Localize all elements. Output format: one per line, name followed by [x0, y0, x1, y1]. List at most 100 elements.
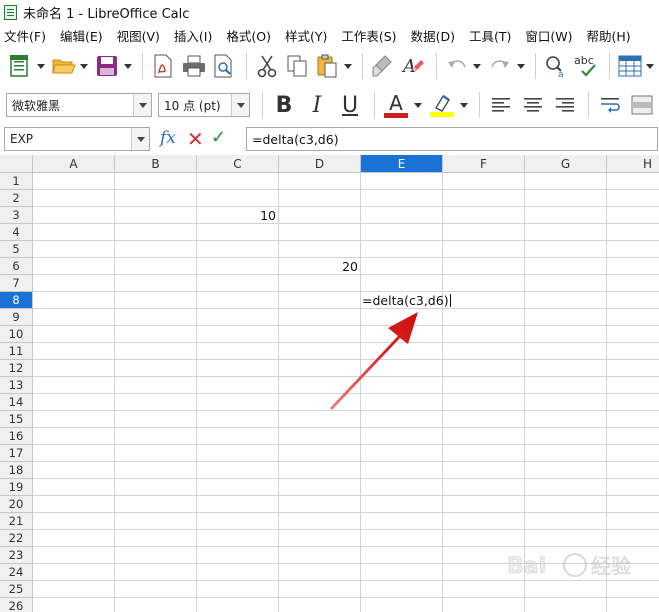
row-header-4[interactable]: 4 [0, 224, 33, 241]
row-header-11[interactable]: 11 [0, 343, 33, 360]
insert-table-icon[interactable] [616, 51, 644, 81]
row-header-10[interactable]: 10 [0, 326, 33, 343]
select-all-corner[interactable] [0, 155, 33, 173]
menu-file[interactable]: 文件(F) [4, 26, 46, 45]
row-header-15[interactable]: 15 [0, 411, 33, 428]
row-header-5[interactable]: 5 [0, 241, 33, 258]
svg-text:abc: abc [574, 54, 594, 67]
save-dropdown-arrow[interactable] [123, 51, 132, 81]
row-header-20[interactable]: 20 [0, 496, 33, 513]
cell-c3[interactable]: 10 [197, 207, 276, 224]
print-preview-icon[interactable] [210, 51, 238, 81]
row-header-1[interactable]: 1 [0, 173, 33, 190]
row-header-22[interactable]: 22 [0, 530, 33, 547]
redo-dropdown-arrow[interactable] [516, 51, 525, 81]
row-header-23[interactable]: 23 [0, 547, 33, 564]
cell-d6[interactable]: 20 [279, 258, 358, 275]
menu-tools[interactable]: 工具(T) [469, 26, 511, 45]
spellcheck-icon[interactable]: abc [572, 51, 600, 81]
row-header-2[interactable]: 2 [0, 190, 33, 207]
column-header-d[interactable]: D [279, 155, 361, 173]
align-left-icon[interactable] [486, 90, 516, 120]
new-dropdown-arrow[interactable] [36, 51, 45, 81]
column-header-g[interactable]: G [525, 155, 607, 173]
new-document-icon[interactable] [6, 51, 34, 81]
font-name-combo[interactable]: 微软雅黑 [6, 93, 152, 117]
svg-text:经验: 经验 [591, 554, 631, 578]
italic-button[interactable]: I [302, 90, 332, 120]
menu-edit[interactable]: 编辑(E) [60, 26, 103, 45]
font-name-dropdown-arrow[interactable] [133, 94, 151, 116]
clone-formatting-icon[interactable] [369, 51, 397, 81]
menu-help[interactable]: 帮助(H) [586, 26, 630, 45]
row-header-24[interactable]: 24 [0, 564, 33, 581]
open-folder-icon[interactable] [49, 51, 77, 81]
svg-text:Bai: Bai [507, 554, 546, 579]
clear-formatting-icon[interactable]: A [399, 51, 427, 81]
column-header-a[interactable]: A [33, 155, 115, 173]
menu-window[interactable]: 窗口(W) [525, 26, 572, 45]
row-header-26[interactable]: 26 [0, 598, 33, 612]
accept-icon[interactable]: ✓ [211, 127, 226, 148]
insert-table-dropdown-arrow[interactable] [646, 51, 655, 81]
highlight-color-dropdown-arrow[interactable] [459, 90, 469, 120]
row-header-18[interactable]: 18 [0, 462, 33, 479]
undo-dropdown-arrow[interactable] [473, 51, 482, 81]
column-header-h[interactable]: H [607, 155, 659, 173]
row-header-19[interactable]: 19 [0, 479, 33, 496]
column-header-b[interactable]: B [115, 155, 197, 173]
menu-data[interactable]: 数据(D) [411, 26, 455, 45]
row-header-21[interactable]: 21 [0, 513, 33, 530]
row-header-3[interactable]: 3 [0, 207, 33, 224]
undo-icon[interactable] [442, 51, 470, 81]
toolbar-separator [374, 92, 375, 118]
column-header-c[interactable]: C [197, 155, 279, 173]
print-icon[interactable] [180, 51, 208, 81]
row-header-16[interactable]: 16 [0, 428, 33, 445]
row-header-13[interactable]: 13 [0, 377, 33, 394]
bold-button[interactable]: B [269, 90, 299, 120]
align-center-icon[interactable] [518, 90, 548, 120]
row-header-14[interactable]: 14 [0, 394, 33, 411]
wrap-text-icon[interactable] [595, 90, 625, 120]
menu-sheet[interactable]: 工作表(S) [341, 26, 396, 45]
cancel-icon[interactable]: ✕ [187, 127, 204, 151]
menu-view[interactable]: 视图(V) [117, 26, 160, 45]
menu-format[interactable]: 格式(O) [226, 26, 271, 45]
formula-text: =delta(c3,d6) [252, 131, 339, 147]
column-header-f[interactable]: F [443, 155, 525, 173]
export-pdf-icon[interactable] [149, 51, 177, 81]
row-header-7[interactable]: 7 [0, 275, 33, 292]
paste-icon[interactable] [313, 51, 341, 81]
row-header-9[interactable]: 9 [0, 309, 33, 326]
row-header-6[interactable]: 6 [0, 258, 33, 275]
merge-cells-icon[interactable] [627, 90, 657, 120]
cut-icon[interactable] [253, 51, 281, 81]
function-wizard-icon[interactable]: fx [160, 128, 176, 148]
save-icon[interactable] [93, 51, 121, 81]
column-header-e[interactable]: E [361, 155, 443, 173]
row-header-25[interactable]: 25 [0, 581, 33, 598]
find-replace-icon[interactable]: a [542, 51, 570, 81]
name-box-dropdown-arrow[interactable] [131, 128, 149, 150]
menu-insert[interactable]: 插入(I) [174, 26, 212, 45]
font-color-dropdown-arrow[interactable] [413, 90, 423, 120]
copy-icon[interactable] [283, 51, 311, 81]
toolbar-separator [608, 53, 610, 79]
row-header-8[interactable]: 8 [0, 292, 33, 309]
font-size-combo[interactable]: 10 点 (pt) [158, 93, 250, 117]
underline-button[interactable]: U [335, 90, 365, 120]
paste-dropdown-arrow[interactable] [343, 51, 352, 81]
align-right-icon[interactable] [550, 90, 580, 120]
redo-icon[interactable] [486, 51, 514, 81]
menu-styles[interactable]: 样式(Y) [285, 26, 327, 45]
font-color-button[interactable]: A [381, 90, 411, 120]
name-box[interactable]: EXP [4, 127, 150, 151]
toolbar-separator [262, 92, 263, 118]
font-size-dropdown-arrow[interactable] [231, 94, 249, 116]
row-header-12[interactable]: 12 [0, 360, 33, 377]
open-dropdown-arrow[interactable] [80, 51, 89, 81]
formula-input[interactable]: =delta(c3,d6) [246, 127, 658, 151]
row-header-17[interactable]: 17 [0, 445, 33, 462]
highlight-color-button[interactable] [427, 90, 457, 120]
